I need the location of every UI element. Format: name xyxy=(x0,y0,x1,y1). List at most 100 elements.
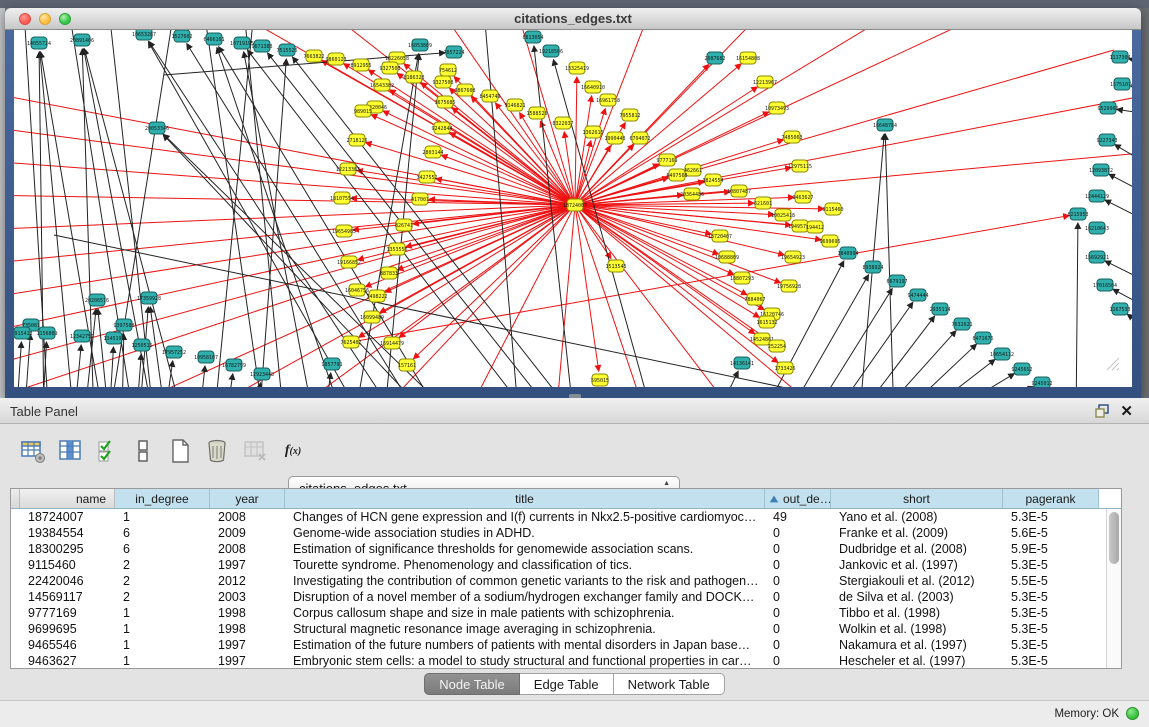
column-header-year[interactable]: year xyxy=(210,489,285,508)
node-table[interactable]: namein_degreeyeartitleout_de…shortpagera… xyxy=(10,488,1122,669)
cell-pagerank[interactable]: 5.9E-5 xyxy=(1003,541,1099,557)
show-hide-columns-icon[interactable] xyxy=(128,436,158,466)
cell-name[interactable]: 9699695 xyxy=(20,621,115,637)
table-settings-icon[interactable] xyxy=(18,436,48,466)
cell-outde[interactable]: 0 xyxy=(765,589,831,605)
column-header-short[interactable]: short xyxy=(831,489,1003,508)
cell-outde[interactable]: 0 xyxy=(765,557,831,573)
cell-outde[interactable]: 0 xyxy=(765,637,831,653)
cell-year[interactable]: 1998 xyxy=(210,621,285,637)
cell-name[interactable]: 14569117 xyxy=(20,589,115,605)
cell-title[interactable]: Investigating the contribution of common… xyxy=(285,573,765,589)
tab-node-table[interactable]: Node Table xyxy=(424,673,520,695)
cell-outde[interactable]: 0 xyxy=(765,525,831,541)
cell-pagerank[interactable]: 5.3E-5 xyxy=(1003,589,1099,605)
column-header-name[interactable]: name xyxy=(20,489,115,508)
table-row[interactable]: 1456911722003Disruption of a novel membe… xyxy=(11,589,1121,605)
cell-outde[interactable]: 49 xyxy=(765,509,831,525)
cell-name[interactable]: 19384554 xyxy=(20,525,115,541)
table-row[interactable]: 969969511998Structural magnetic resonanc… xyxy=(11,621,1121,637)
cell-indegree[interactable]: 2 xyxy=(115,557,210,573)
cell-outde[interactable]: 0 xyxy=(765,653,831,669)
cell-indegree[interactable]: 6 xyxy=(115,541,210,557)
cell-name[interactable]: 22420046 xyxy=(20,573,115,589)
cell-outde[interactable]: 0 xyxy=(765,541,831,557)
cell-pagerank[interactable]: 5.5E-5 xyxy=(1003,573,1099,589)
table-row[interactable]: 977716911998Corpus callosum shape and si… xyxy=(11,605,1121,621)
cell-title[interactable]: Disruption of a novel member of a sodium… xyxy=(285,589,765,605)
cell-short[interactable]: de Silva et al. (2003) xyxy=(831,589,1003,605)
table-row[interactable]: 946362711997Embryonic stem cells: a mode… xyxy=(11,653,1121,669)
cell-outde[interactable]: 0 xyxy=(765,621,831,637)
cell-title[interactable]: Tourette syndrome. Phenomenology and cla… xyxy=(285,557,765,573)
cell-short[interactable]: Jankovic et al. (1997) xyxy=(831,557,1003,573)
cell-year[interactable]: 2009 xyxy=(210,525,285,541)
cell-name[interactable]: 18724007 xyxy=(20,509,115,525)
cell-year[interactable]: 1997 xyxy=(210,653,285,669)
table-row[interactable]: 911546021997Tourette syndrome. Phenomeno… xyxy=(11,557,1121,573)
cell-title[interactable]: Corpus callosum shape and size in male p… xyxy=(285,605,765,621)
cell-outde[interactable]: 0 xyxy=(765,605,831,621)
function-builder-icon[interactable]: f(x) xyxy=(278,436,308,466)
cell-year[interactable]: 2003 xyxy=(210,589,285,605)
cell-indegree[interactable]: 1 xyxy=(115,621,210,637)
cell-short[interactable]: Tibbo et al. (1998) xyxy=(831,605,1003,621)
citation-network-graph[interactable]: 1405572420891406106532871527602646616110… xyxy=(14,30,1132,387)
network-canvas[interactable]: 1405572420891406106532871527602646616110… xyxy=(14,30,1132,387)
cell-indegree[interactable]: 2 xyxy=(115,589,210,605)
cell-indegree[interactable]: 6 xyxy=(115,525,210,541)
cell-short[interactable]: Stergiakouli et al. (2012) xyxy=(831,573,1003,589)
column-header-title[interactable]: title xyxy=(285,489,765,508)
table-vertical-scrollbar[interactable] xyxy=(1106,509,1121,668)
cell-pagerank[interactable]: 5.3E-5 xyxy=(1003,605,1099,621)
column-show-icon[interactable] xyxy=(55,436,85,466)
cell-title[interactable]: Embryonic stem cells: a model to study s… xyxy=(285,653,765,669)
close-panel-icon[interactable]: ✕ xyxy=(1120,402,1133,420)
cell-short[interactable]: Dudbridge et al. (2008) xyxy=(831,541,1003,557)
cell-short[interactable]: Yano et al. (2008) xyxy=(831,509,1003,525)
cell-short[interactable]: Nakamura et al. (1997) xyxy=(831,637,1003,653)
cell-indegree[interactable]: 1 xyxy=(115,509,210,525)
cell-name[interactable]: 9463627 xyxy=(20,653,115,669)
cell-year[interactable]: 1997 xyxy=(210,637,285,653)
cell-title[interactable]: Changes of HCN gene expression and I(f) … xyxy=(285,509,765,525)
float-panel-icon[interactable] xyxy=(1095,404,1109,418)
cell-indegree[interactable]: 1 xyxy=(115,605,210,621)
cell-year[interactable]: 2012 xyxy=(210,573,285,589)
cell-pagerank[interactable]: 5.3E-5 xyxy=(1003,621,1099,637)
delete-rows-trash-icon[interactable] xyxy=(202,436,232,466)
cell-pagerank[interactable]: 5.3E-5 xyxy=(1003,509,1099,525)
cell-short[interactable]: Hescheler et al. (1997) xyxy=(831,653,1003,669)
tab-network-table[interactable]: Network Table xyxy=(614,673,725,695)
cell-indegree[interactable]: 2 xyxy=(115,573,210,589)
table-row[interactable]: 946554611997Estimation of the future num… xyxy=(11,637,1121,653)
cell-indegree[interactable]: 1 xyxy=(115,637,210,653)
new-file-icon[interactable] xyxy=(165,436,195,466)
cell-title[interactable]: Estimation of significance thresholds fo… xyxy=(285,541,765,557)
cell-pagerank[interactable]: 5.3E-5 xyxy=(1003,637,1099,653)
cell-year[interactable]: 2008 xyxy=(210,509,285,525)
table-row[interactable]: 1938455462009Genome-wide association stu… xyxy=(11,525,1121,541)
cell-short[interactable]: Wolkin et al. (1998) xyxy=(831,621,1003,637)
cell-name[interactable]: 18300295 xyxy=(20,541,115,557)
cell-indegree[interactable]: 1 xyxy=(115,653,210,669)
cell-title[interactable]: Genome-wide association studies in ADHD. xyxy=(285,525,765,541)
table-row[interactable]: 1872400712008Changes of HCN gene express… xyxy=(11,509,1121,525)
cell-name[interactable]: 9777169 xyxy=(20,605,115,621)
select-all-check-icon[interactable] xyxy=(93,436,123,466)
cell-pagerank[interactable]: 5.6E-5 xyxy=(1003,525,1099,541)
window-titlebar[interactable]: citations_edges.txt xyxy=(5,8,1141,30)
cell-year[interactable]: 1997 xyxy=(210,557,285,573)
column-header-indegree[interactable]: in_degree xyxy=(115,489,210,508)
cell-name[interactable]: 9465546 xyxy=(20,637,115,653)
cell-pagerank[interactable]: 5.3E-5 xyxy=(1003,653,1099,669)
cell-title[interactable]: Estimation of the future numbers of pati… xyxy=(285,637,765,653)
resize-grip-icon[interactable] xyxy=(1106,357,1120,371)
cell-pagerank[interactable]: 5.3E-5 xyxy=(1003,557,1099,573)
column-header-outde[interactable]: out_de… xyxy=(765,489,831,508)
column-header-pagerank[interactable]: pagerank xyxy=(1003,489,1099,508)
cell-year[interactable]: 1998 xyxy=(210,605,285,621)
scrollbar-thumb[interactable] xyxy=(1109,512,1119,564)
cell-outde[interactable]: 0 xyxy=(765,573,831,589)
cell-year[interactable]: 2008 xyxy=(210,541,285,557)
